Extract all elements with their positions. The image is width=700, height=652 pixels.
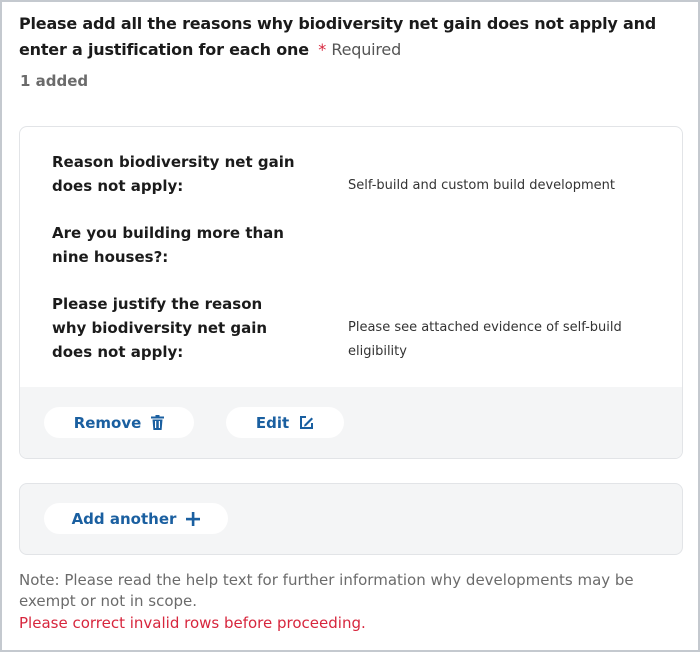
row-label-reason: Reason biodiversity net gain does not ap… bbox=[52, 153, 295, 195]
help-note: Note: Please read the help text for furt… bbox=[19, 571, 634, 610]
plus-icon bbox=[186, 511, 201, 526]
entry-card: Reason biodiversity net gain does not ap… bbox=[19, 126, 683, 459]
edit-icon bbox=[299, 415, 314, 430]
entry-actions-bar: Remove Edit bbox=[20, 387, 682, 458]
validation-error: Please correct invalid rows before proce… bbox=[19, 614, 366, 632]
question-heading: Please add all the reasons why biodivers… bbox=[19, 11, 679, 63]
trash-icon bbox=[151, 415, 165, 430]
edit-button-label: Edit bbox=[255, 413, 290, 432]
added-count: 1 added bbox=[20, 72, 89, 90]
remove-button[interactable]: Remove bbox=[44, 407, 194, 438]
row-value-reason: Self-build and custom build development bbox=[348, 178, 615, 193]
add-another-label: Add another bbox=[71, 509, 177, 528]
required-asterisk: * bbox=[318, 40, 327, 59]
edit-button[interactable]: Edit bbox=[226, 407, 344, 438]
form-panel: Please add all the reasons why biodivers… bbox=[0, 0, 700, 652]
remove-button-label: Remove bbox=[73, 413, 142, 432]
add-another-button[interactable]: Add another bbox=[44, 503, 228, 534]
row-label-justification: Please justify the reason why biodiversi… bbox=[52, 295, 268, 361]
row-label-nine-houses: Are you building more than nine houses?: bbox=[52, 224, 284, 266]
row-value-justification: Please see attached evidence of self-bui… bbox=[348, 320, 622, 359]
required-label: Required bbox=[331, 40, 402, 59]
add-another-card: Add another bbox=[19, 483, 683, 555]
